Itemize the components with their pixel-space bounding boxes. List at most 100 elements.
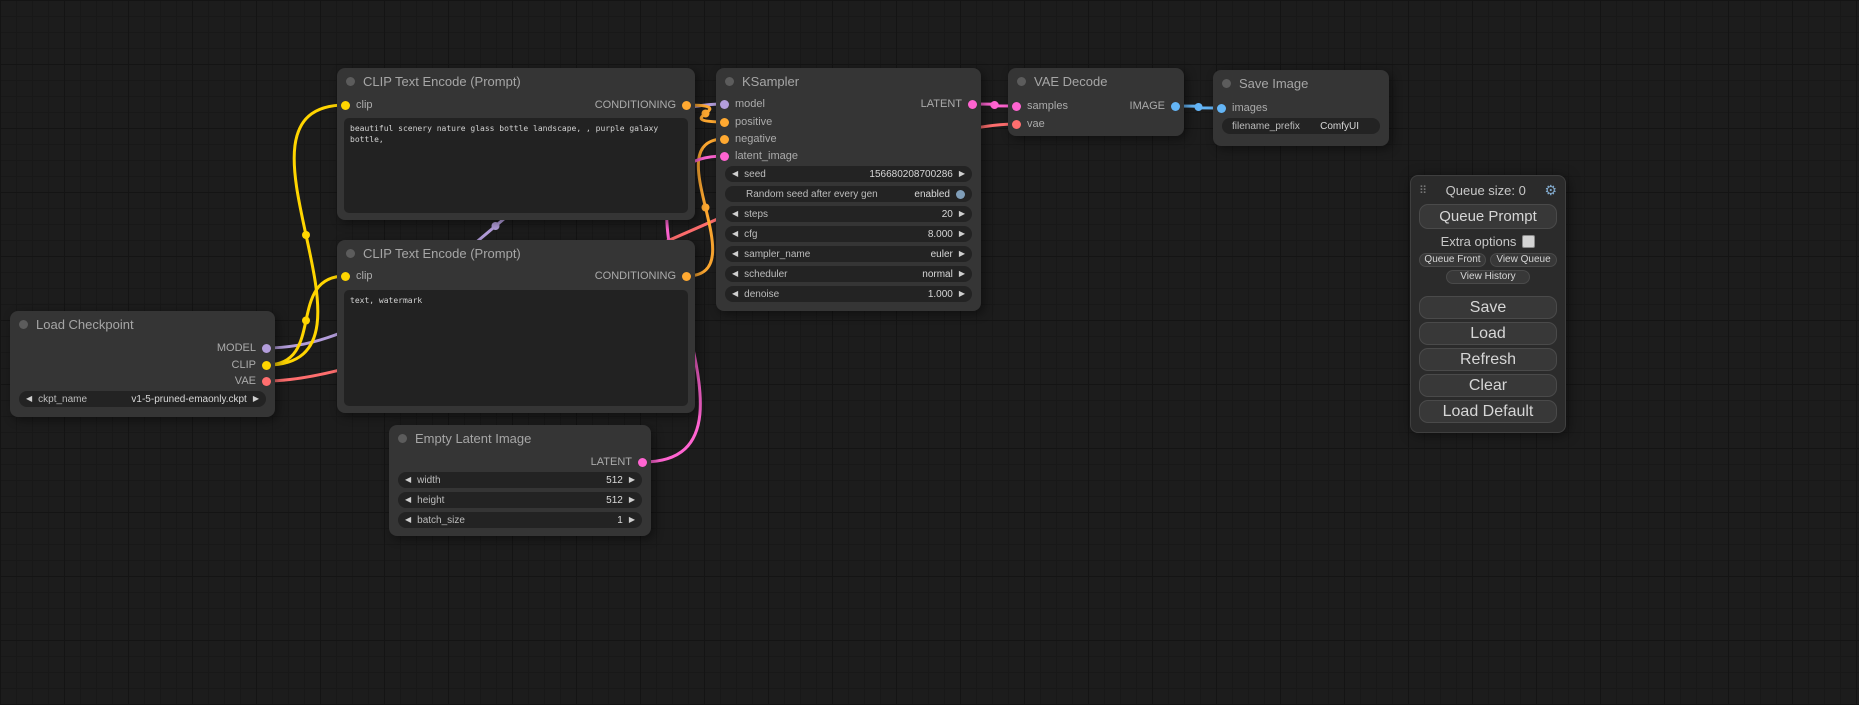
widget-label: Random seed after every gen	[746, 189, 878, 200]
increment-arrow-icon[interactable]: ▶	[629, 476, 635, 484]
clip-output-dot[interactable]	[262, 361, 271, 370]
widget-label: width	[417, 475, 440, 486]
latent-image-input-dot[interactable]	[720, 152, 729, 161]
latent-output-dot[interactable]	[968, 100, 977, 109]
widget-sampler-name[interactable]: ◀ sampler_name euler ▶	[725, 246, 972, 262]
input-slot-positive: positive	[720, 115, 772, 129]
widget-random-seed-toggle[interactable]: Random seed after every gen enabled	[725, 186, 972, 202]
increment-arrow-icon[interactable]: ▶	[253, 395, 259, 403]
conditioning-output-dot[interactable]	[682, 272, 691, 281]
decrement-arrow-icon[interactable]: ◀	[732, 230, 738, 238]
node-title: Load Checkpoint	[36, 317, 134, 332]
widget-denoise[interactable]: ◀ denoise 1.000 ▶	[725, 286, 972, 302]
clip-input-dot[interactable]	[341, 101, 350, 110]
widget-filename-prefix[interactable]: filename_prefix ComfyUI	[1222, 118, 1380, 134]
widget-value: ComfyUI	[1320, 121, 1359, 132]
collapse-dot-icon[interactable]	[346, 249, 355, 258]
clear-button[interactable]: Clear	[1419, 374, 1557, 397]
widget-height[interactable]: ◀ height 512 ▶	[398, 492, 642, 508]
slot-label: latent_image	[735, 150, 798, 162]
graph-canvas[interactable]: Load Checkpoint MODEL CLIP VAE ◀ ckpt_na…	[0, 0, 1859, 705]
increment-arrow-icon[interactable]: ▶	[629, 516, 635, 524]
widget-value: euler	[931, 249, 953, 260]
model-input-dot[interactable]	[720, 100, 729, 109]
node-empty-latent-image[interactable]: Empty Latent Image LATENT ◀ width 512 ▶ …	[389, 425, 651, 536]
increment-arrow-icon[interactable]: ▶	[959, 210, 965, 218]
widget-label: seed	[744, 169, 766, 180]
vae-output-dot[interactable]	[262, 377, 271, 386]
toggle-dot-icon[interactable]	[956, 190, 965, 199]
increment-arrow-icon[interactable]: ▶	[959, 270, 965, 278]
view-queue-button[interactable]: View Queue	[1490, 253, 1557, 267]
widget-width[interactable]: ◀ width 512 ▶	[398, 472, 642, 488]
decrement-arrow-icon[interactable]: ◀	[732, 270, 738, 278]
decrement-arrow-icon[interactable]: ◀	[732, 210, 738, 218]
widget-ckpt-name[interactable]: ◀ ckpt_name v1-5-pruned-emaonly.ckpt ▶	[19, 391, 266, 407]
decrement-arrow-icon[interactable]: ◀	[732, 170, 738, 178]
slot-label: CONDITIONING	[595, 270, 676, 282]
slot-label: VAE	[235, 375, 256, 387]
collapse-dot-icon[interactable]	[346, 77, 355, 86]
widget-batch-size[interactable]: ◀ batch_size 1 ▶	[398, 512, 642, 528]
increment-arrow-icon[interactable]: ▶	[959, 230, 965, 238]
widget-value: enabled	[914, 189, 950, 200]
refresh-button[interactable]: Refresh	[1419, 348, 1557, 371]
collapse-dot-icon[interactable]	[1222, 79, 1231, 88]
negative-prompt-textarea[interactable]: text, watermark	[344, 290, 688, 406]
increment-arrow-icon[interactable]: ▶	[629, 496, 635, 504]
collapse-dot-icon[interactable]	[725, 77, 734, 86]
input-slot-model: model	[720, 97, 765, 111]
queue-prompt-button[interactable]: Queue Prompt	[1419, 204, 1557, 229]
conditioning-output-dot[interactable]	[682, 101, 691, 110]
decrement-arrow-icon[interactable]: ◀	[732, 250, 738, 258]
increment-arrow-icon[interactable]: ▶	[959, 250, 965, 258]
collapse-dot-icon[interactable]	[1017, 77, 1026, 86]
widget-value: 512	[606, 495, 623, 506]
output-slot-vae: VAE	[235, 374, 271, 388]
samples-input-dot[interactable]	[1012, 102, 1021, 111]
increment-arrow-icon[interactable]: ▶	[959, 290, 965, 298]
prompt-textarea[interactable]: beautiful scenery nature glass bottle la…	[344, 118, 688, 213]
settings-gear-icon[interactable]: ⚙	[1544, 182, 1557, 199]
decrement-arrow-icon[interactable]: ◀	[26, 395, 32, 403]
node-save-image[interactable]: Save Image images filename_prefix ComfyU…	[1213, 70, 1389, 146]
node-load-checkpoint[interactable]: Load Checkpoint MODEL CLIP VAE ◀ ckpt_na…	[10, 311, 275, 417]
node-ksampler[interactable]: KSampler model positive negative latent_…	[716, 68, 981, 311]
negative-input-dot[interactable]	[720, 135, 729, 144]
latent-output-dot[interactable]	[638, 458, 647, 467]
decrement-arrow-icon[interactable]: ◀	[405, 516, 411, 524]
save-button[interactable]: Save	[1419, 296, 1557, 319]
queue-front-button[interactable]: Queue Front	[1419, 253, 1486, 267]
view-history-button[interactable]: View History	[1446, 270, 1530, 284]
increment-arrow-icon[interactable]: ▶	[959, 170, 965, 178]
decrement-arrow-icon[interactable]: ◀	[405, 496, 411, 504]
positive-input-dot[interactable]	[720, 118, 729, 127]
widget-value: 156680208700286	[869, 169, 952, 180]
collapse-dot-icon[interactable]	[19, 320, 28, 329]
widget-label: sampler_name	[744, 249, 810, 260]
clip-input-dot[interactable]	[341, 272, 350, 281]
extra-options-checkbox[interactable]	[1522, 235, 1535, 248]
widget-scheduler[interactable]: ◀ scheduler normal ▶	[725, 266, 972, 282]
slot-label: clip	[356, 99, 373, 111]
collapse-dot-icon[interactable]	[398, 434, 407, 443]
output-slot-latent: LATENT	[921, 97, 977, 111]
widget-label: filename_prefix	[1232, 121, 1300, 132]
vae-input-dot[interactable]	[1012, 120, 1021, 129]
load-default-button[interactable]: Load Default	[1419, 400, 1557, 423]
widget-steps[interactable]: ◀ steps 20 ▶	[725, 206, 972, 222]
node-clip-text-encode-positive[interactable]: CLIP Text Encode (Prompt) clip CONDITION…	[337, 68, 695, 220]
model-output-dot[interactable]	[262, 344, 271, 353]
drag-handle-icon[interactable]: ⠿	[1419, 184, 1427, 197]
extra-options-row: Extra options	[1419, 232, 1557, 250]
decrement-arrow-icon[interactable]: ◀	[732, 290, 738, 298]
image-output-dot[interactable]	[1171, 102, 1180, 111]
widget-cfg[interactable]: ◀ cfg 8.000 ▶	[725, 226, 972, 242]
images-input-dot[interactable]	[1217, 104, 1226, 113]
node-title: Empty Latent Image	[415, 431, 531, 446]
node-clip-text-encode-negative[interactable]: CLIP Text Encode (Prompt) clip CONDITION…	[337, 240, 695, 413]
load-button[interactable]: Load	[1419, 322, 1557, 345]
decrement-arrow-icon[interactable]: ◀	[405, 476, 411, 484]
widget-seed[interactable]: ◀ seed 156680208700286 ▶	[725, 166, 972, 182]
node-vae-decode[interactable]: VAE Decode samples vae IMAGE	[1008, 68, 1184, 136]
